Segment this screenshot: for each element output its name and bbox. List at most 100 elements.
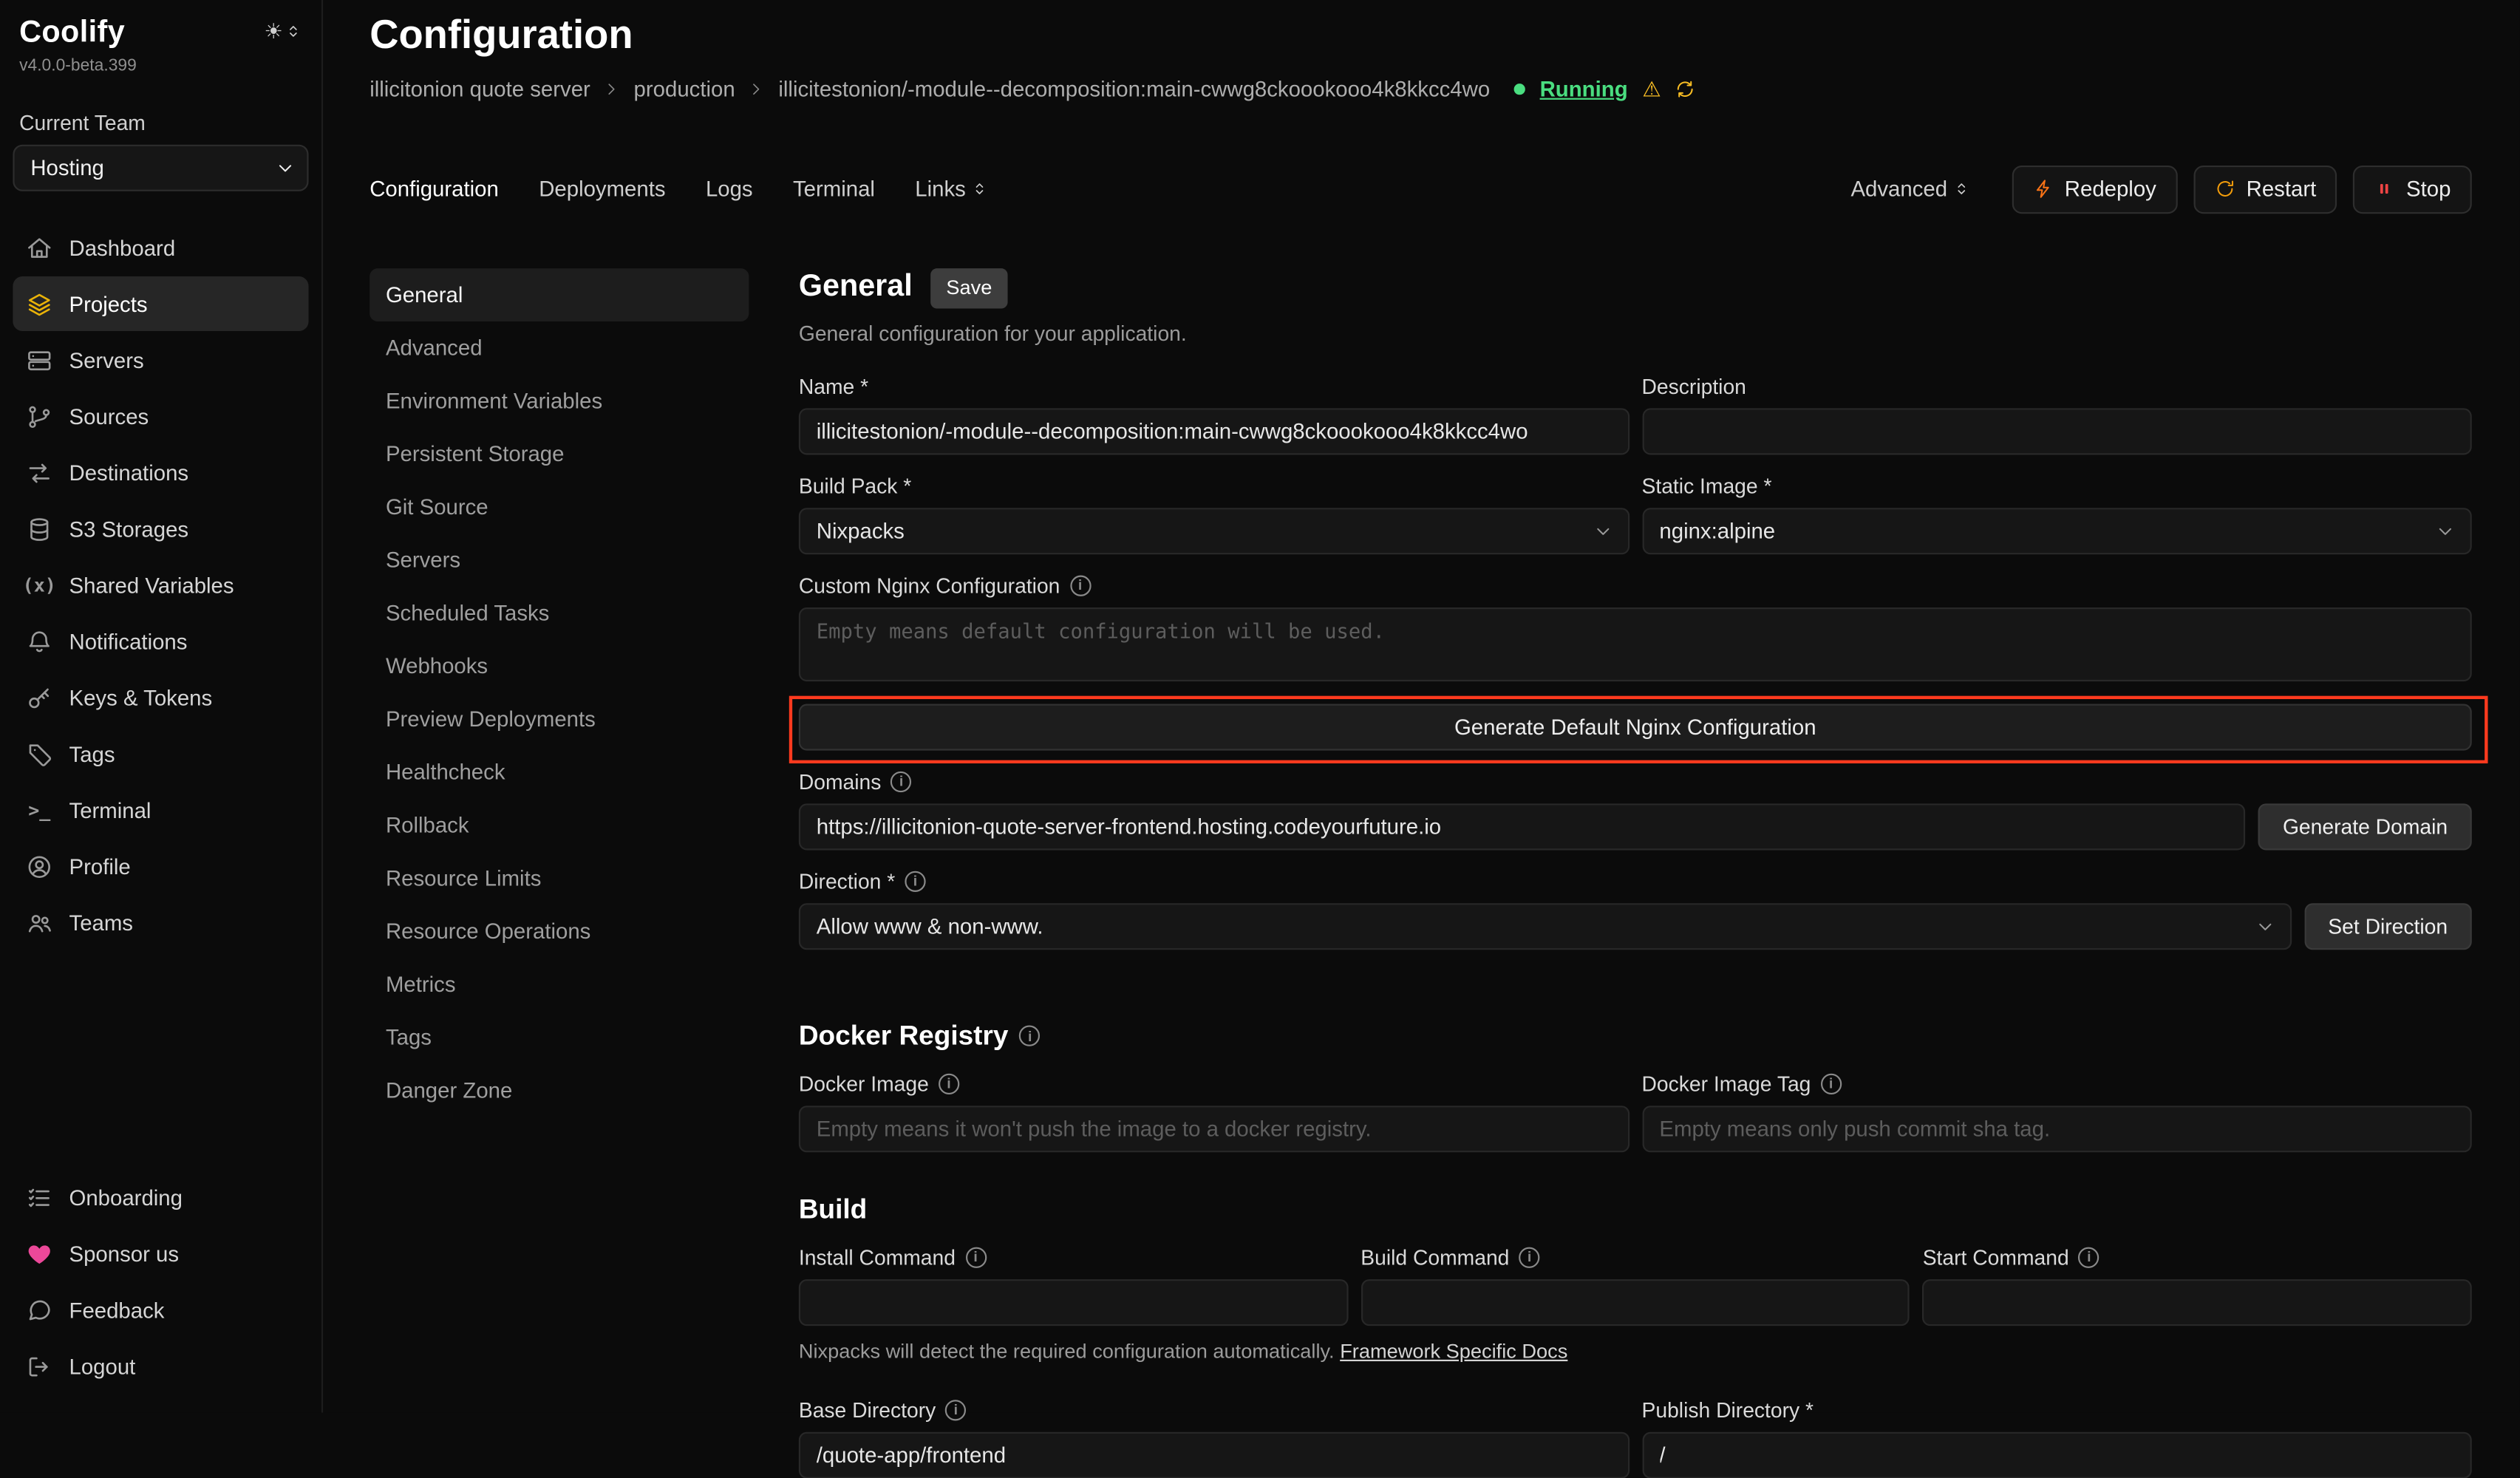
refresh-cycle-icon[interactable] <box>1675 78 1696 99</box>
sidebar-item-shared-variables[interactable]: (x) Shared Variables <box>13 558 308 613</box>
chevron-down-icon <box>2254 916 2275 936</box>
subnav-item-resource-limits[interactable]: Resource Limits <box>370 851 749 905</box>
subnav-item-persistent-storage[interactable]: Persistent Storage <box>370 427 749 480</box>
breadcrumb-application[interactable]: illicitestonion/-module--decomposition:m… <box>778 77 1490 101</box>
subnav-item-servers[interactable]: Servers <box>370 533 749 586</box>
description-label: Description <box>1641 374 2471 398</box>
generate-nginx-config-button[interactable]: Generate Default Nginx Configuration <box>799 704 2472 750</box>
build-command-input[interactable] <box>1361 1279 1910 1326</box>
info-icon[interactable]: i <box>1020 1026 1041 1046</box>
advanced-dropdown[interactable]: Advanced <box>1850 177 1969 202</box>
checklist-icon <box>26 1184 53 1211</box>
subnav-item-tags[interactable]: Tags <box>370 1010 749 1063</box>
subnav-item-environment-variables[interactable]: Environment Variables <box>370 374 749 427</box>
sidebar-item-profile[interactable]: Profile <box>13 839 308 893</box>
sidebar-item-teams[interactable]: Teams <box>13 895 308 950</box>
team-select[interactable]: Hosting <box>13 145 308 191</box>
settings-subnav: General Advanced Environment Variables P… <box>370 268 749 1413</box>
restart-button[interactable]: Restart <box>2193 165 2337 213</box>
docker-image-input[interactable] <box>799 1106 1629 1152</box>
sidebar-item-dashboard[interactable]: Dashboard <box>13 220 308 275</box>
sidebar-item-destinations[interactable]: Destinations <box>13 445 308 500</box>
direction-select[interactable]: Allow www & non-www. <box>799 903 2291 950</box>
stop-pause-icon <box>2374 179 2395 200</box>
docker-image-tag-input[interactable] <box>1641 1106 2471 1152</box>
chevron-down-icon <box>2435 520 2456 541</box>
start-command-input[interactable] <box>1923 1279 2472 1326</box>
sidebar-item-s3-storages[interactable]: S3 Storages <box>13 502 308 556</box>
publish-directory-input[interactable] <box>1641 1431 2471 1478</box>
subnav-item-git-source[interactable]: Git Source <box>370 480 749 534</box>
sidebar-item-projects[interactable]: Projects <box>13 276 308 331</box>
subnav-item-danger-zone[interactable]: Danger Zone <box>370 1063 749 1117</box>
framework-docs-link[interactable]: Framework Specific Docs <box>1340 1340 1567 1362</box>
generate-domain-button[interactable]: Generate Domain <box>2258 803 2471 850</box>
sidebar-item-terminal[interactable]: >_ Terminal <box>13 783 308 837</box>
subnav-item-advanced[interactable]: Advanced <box>370 321 749 374</box>
warning-icon[interactable]: ⚠ <box>1642 78 1661 99</box>
subnav-item-scheduled-tasks[interactable]: Scheduled Tasks <box>370 586 749 639</box>
tab-configuration[interactable]: Configuration <box>370 177 499 202</box>
nginx-config-textarea[interactable] <box>799 607 2472 681</box>
sidebar-item-logout[interactable]: Logout <box>13 1339 308 1394</box>
theme-switcher[interactable]: ☀ <box>264 21 302 41</box>
subnav-item-webhooks[interactable]: Webhooks <box>370 639 749 692</box>
section-subtitle: General configuration for your applicati… <box>799 321 2472 345</box>
subnav-item-resource-operations[interactable]: Resource Operations <box>370 905 749 958</box>
subnav-item-rollback[interactable]: Rollback <box>370 798 749 851</box>
subnav-item-healthcheck[interactable]: Healthcheck <box>370 746 749 799</box>
braces-x-icon: (x) <box>26 571 53 599</box>
domains-input[interactable] <box>799 803 2246 850</box>
base-directory-input[interactable] <box>799 1431 1629 1478</box>
info-icon[interactable]: i <box>939 1073 959 1094</box>
restart-icon <box>2214 179 2235 200</box>
direction-label: Direction * i <box>799 869 2472 893</box>
user-circle-icon <box>26 853 53 880</box>
app-version: v4.0.0-beta.399 <box>19 56 137 75</box>
tab-logs[interactable]: Logs <box>706 177 753 202</box>
sidebar-item-sponsor[interactable]: Sponsor us <box>13 1226 308 1281</box>
install-command-input[interactable] <box>799 1279 1348 1326</box>
sidebar-item-tags[interactable]: Tags <box>13 726 308 781</box>
stop-button[interactable]: Stop <box>2353 165 2471 213</box>
build-pack-select[interactable]: Nixpacks <box>799 508 1629 554</box>
tab-terminal[interactable]: Terminal <box>793 177 875 202</box>
sidebar-item-notifications[interactable]: Notifications <box>13 614 308 669</box>
redeploy-button[interactable]: Redeploy <box>2012 165 2177 213</box>
sidebar-item-feedback[interactable]: Feedback <box>13 1282 308 1337</box>
general-settings-form: General Save General configuration for y… <box>799 268 2472 1413</box>
info-icon[interactable]: i <box>1069 575 1090 596</box>
subnav-item-metrics[interactable]: Metrics <box>370 958 749 1011</box>
info-icon[interactable]: i <box>1820 1073 1841 1094</box>
sidebar-nav: Dashboard Projects Servers Sources Desti… <box>13 220 308 950</box>
tab-links[interactable]: Links <box>915 177 988 202</box>
info-icon[interactable]: i <box>905 871 925 891</box>
subnav-item-preview-deployments[interactable]: Preview Deployments <box>370 692 749 746</box>
info-icon[interactable]: i <box>1519 1247 1539 1267</box>
save-button[interactable]: Save <box>930 268 1008 308</box>
publish-directory-label: Publish Directory * <box>1641 1397 2471 1422</box>
tab-deployments[interactable]: Deployments <box>539 177 665 202</box>
description-input[interactable] <box>1641 408 2471 454</box>
build-command-label: Build Command i <box>1361 1245 1910 1270</box>
status-badge[interactable]: Running <box>1540 77 1628 101</box>
sidebar: Coolify v4.0.0-beta.399 ☀ Current Team H… <box>0 0 323 1413</box>
set-direction-button[interactable]: Set Direction <box>2304 903 2472 950</box>
sidebar-item-sources[interactable]: Sources <box>13 389 308 443</box>
name-input[interactable] <box>799 408 1629 454</box>
logout-icon <box>26 1352 53 1380</box>
info-icon[interactable]: i <box>890 771 911 791</box>
info-icon[interactable]: i <box>945 1400 966 1420</box>
info-icon[interactable]: i <box>965 1247 986 1267</box>
build-pack-label: Build Pack * <box>799 474 1629 498</box>
sidebar-footer: Onboarding Sponsor us Feedback Logout <box>13 1170 308 1393</box>
sidebar-item-keys-tokens[interactable]: Keys & Tokens <box>13 670 308 725</box>
static-image-select[interactable]: nginx:alpine <box>1641 508 2471 554</box>
breadcrumb-project[interactable]: illicitonion quote server <box>370 77 590 101</box>
docker-image-label: Docker Image i <box>799 1072 1629 1096</box>
breadcrumb-environment[interactable]: production <box>634 77 735 101</box>
info-icon[interactable]: i <box>2079 1247 2100 1267</box>
sidebar-item-servers[interactable]: Servers <box>13 333 308 387</box>
subnav-item-general[interactable]: General <box>370 268 749 321</box>
sidebar-item-onboarding[interactable]: Onboarding <box>13 1170 308 1225</box>
